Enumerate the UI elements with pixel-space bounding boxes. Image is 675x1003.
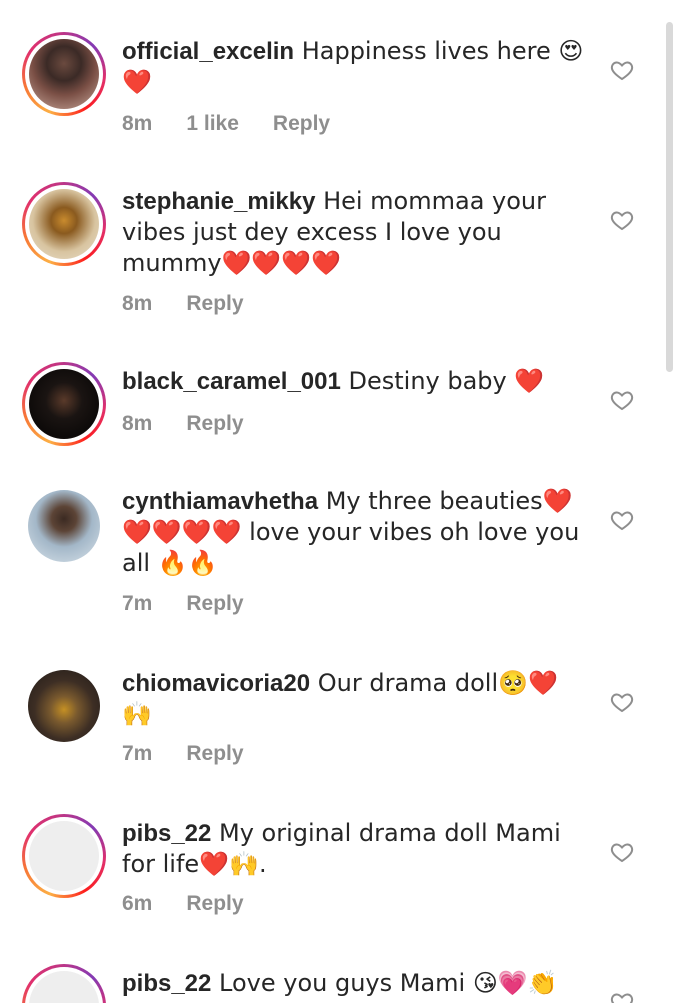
comment-body: Destiny baby ❤️	[340, 367, 545, 395]
comment-item: black_caramel_001 Destiny baby ❤️ 8m Repl…	[0, 340, 660, 470]
comment-username[interactable]: pibs_22	[122, 820, 211, 847]
reply-button[interactable]: Reply	[186, 892, 243, 915]
profile-photo	[29, 971, 99, 1003]
comment-time: 8m	[122, 112, 153, 135]
comment-text: pibs_22 My original drama doll Mami for …	[122, 818, 584, 880]
heart-outline-icon[interactable]	[610, 690, 634, 714]
comment-item: pibs_22 My original drama doll Mami for …	[0, 800, 660, 950]
avatar[interactable]	[22, 964, 106, 1003]
avatar[interactable]	[22, 484, 106, 568]
comment-text: pibs_22 Love you guys Mami 😘💗👏	[122, 968, 584, 999]
comment-body: Love you guys Mami 😘💗👏	[211, 969, 558, 997]
comment-item: chiomavicoria20 Our drama doll🥺❤️🙌 7m Rep…	[0, 650, 660, 800]
comment-meta: 8m 1 like Reply	[122, 112, 364, 136]
comment-text: black_caramel_001 Destiny baby ❤️	[122, 366, 584, 397]
reply-button[interactable]: Reply	[186, 742, 243, 765]
profile-photo	[28, 490, 100, 562]
avatar[interactable]	[22, 182, 106, 266]
comment-text: stephanie_mikky Hei mommaa your vibes ju…	[122, 186, 584, 279]
comment-text: chiomavicoria20 Our drama doll🥺❤️🙌	[122, 668, 584, 730]
comment-item: stephanie_mikky Hei mommaa your vibes ju…	[0, 160, 660, 340]
reply-button[interactable]: Reply	[273, 112, 330, 135]
avatar[interactable]	[22, 362, 106, 446]
comment-time: 8m	[122, 412, 153, 435]
comment-time: 8m	[122, 292, 153, 315]
comment-text: official_excelin Happiness lives here 😍 …	[122, 36, 584, 98]
heart-outline-icon[interactable]	[610, 388, 634, 412]
heart-outline-icon[interactable]	[610, 840, 634, 864]
comment-meta: 8m Reply	[122, 292, 278, 316]
comment-username[interactable]: pibs_22	[122, 970, 211, 997]
profile-photo	[29, 189, 99, 259]
comment-meta: 8m Reply	[122, 412, 278, 436]
comment-item: official_excelin Happiness lives here 😍 …	[0, 0, 660, 160]
comment-time: 6m	[122, 892, 153, 915]
avatar[interactable]	[22, 814, 106, 898]
comment-item: cynthiamavhetha My three beauties❤️❤️❤️❤…	[0, 470, 660, 650]
comment-text: cynthiamavhetha My three beauties❤️❤️❤️❤…	[122, 486, 584, 579]
reply-button[interactable]: Reply	[186, 412, 243, 435]
profile-photo	[28, 670, 100, 742]
scrollbar[interactable]	[666, 22, 673, 372]
reply-button[interactable]: Reply	[186, 592, 243, 615]
comment-meta: 7m Reply	[122, 742, 278, 766]
heart-outline-icon[interactable]	[610, 208, 634, 232]
comment-username[interactable]: stephanie_mikky	[122, 188, 315, 215]
comment-username[interactable]: black_caramel_001	[122, 368, 341, 395]
comment-item: pibs_22 Love you guys Mami 😘💗👏	[0, 950, 660, 1003]
heart-outline-icon[interactable]	[610, 508, 634, 532]
avatar[interactable]	[22, 664, 106, 748]
profile-photo	[29, 821, 99, 891]
comment-meta: 6m Reply	[122, 892, 278, 916]
comment-username[interactable]: chiomavicoria20	[122, 670, 310, 697]
comment-meta: 7m Reply	[122, 592, 278, 616]
comment-username[interactable]: cynthiamavhetha	[122, 488, 318, 515]
reply-button[interactable]: Reply	[186, 292, 243, 315]
comment-username[interactable]: official_excelin	[122, 38, 294, 65]
comment-time: 7m	[122, 742, 153, 765]
comment-time: 7m	[122, 592, 153, 615]
heart-outline-icon[interactable]	[610, 58, 634, 82]
avatar[interactable]	[22, 32, 106, 116]
comment-likes[interactable]: 1 like	[186, 112, 239, 135]
profile-photo	[29, 369, 99, 439]
heart-outline-icon[interactable]	[610, 990, 634, 1003]
profile-photo	[29, 39, 99, 109]
